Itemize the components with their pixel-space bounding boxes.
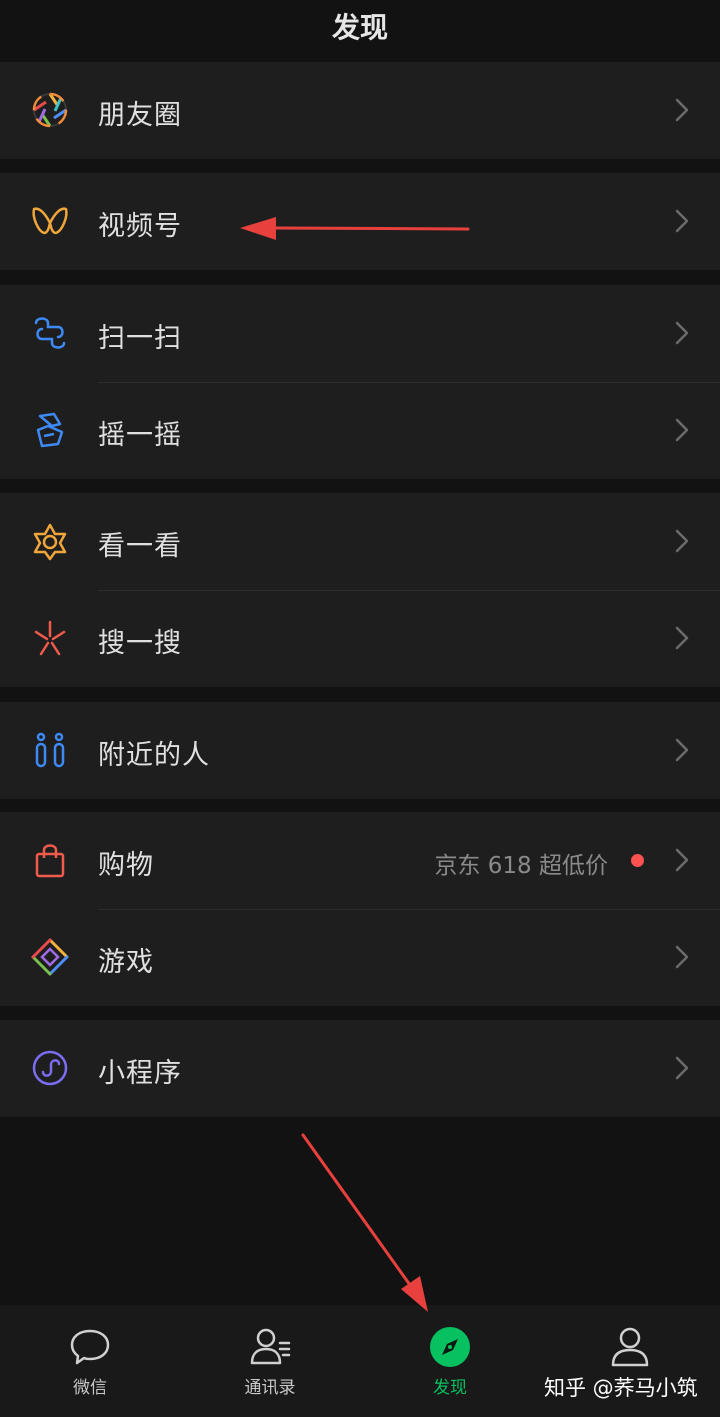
menu-item-label: 摇一摇 (98, 420, 182, 451)
page-title: 发现 (331, 11, 388, 44)
chevron-right-icon (674, 736, 690, 764)
menu-item-shopping[interactable]: 购物 京东 618 超低价 (0, 812, 720, 909)
menu-item-label: 视频号 (98, 211, 182, 242)
menu-group-nearby: 附近的人 (0, 702, 720, 799)
games-icon (30, 937, 70, 977)
tab-label: 微信 (73, 1378, 107, 1398)
row-divider (98, 909, 720, 910)
menu-item-label: 扫一扫 (98, 323, 182, 354)
menu-item-mini-programs[interactable]: 小程序 (0, 1020, 720, 1117)
chevron-right-icon (674, 943, 690, 971)
people-nearby-icon (30, 730, 70, 770)
menu-item-shake[interactable]: 摇一摇 (0, 382, 720, 479)
mini-program-icon (30, 1048, 70, 1088)
chevron-right-icon (674, 624, 690, 652)
chevron-right-icon (674, 1054, 690, 1082)
menu-item-label: 朋友圈 (98, 100, 182, 131)
top-stories-icon (30, 521, 70, 561)
tab-contacts[interactable]: 通讯录 (180, 1305, 360, 1417)
channels-butterfly-icon (30, 201, 70, 241)
menu-item-label: 小程序 (98, 1058, 182, 1089)
row-divider (98, 382, 720, 383)
menu-item-moments[interactable]: 朋友圈 (0, 62, 720, 159)
menu-item-games[interactable]: 游戏 (0, 909, 720, 1006)
header-bar: 发现 (0, 0, 720, 58)
menu-group-channels: 视频号 (0, 173, 720, 270)
tab-label: 通讯录 (244, 1378, 296, 1398)
scan-icon (30, 313, 70, 353)
chevron-right-icon (674, 319, 690, 347)
menu-group-moments: 朋友圈 (0, 62, 720, 159)
shopping-bag-icon (30, 840, 70, 880)
tab-label: 发现 (433, 1378, 467, 1398)
menu-item-label: 看一看 (98, 531, 182, 562)
red-dot-badge (631, 854, 644, 867)
tab-chats[interactable]: 微信 (0, 1305, 180, 1417)
shake-icon (30, 410, 70, 450)
annotation-arrow-discover-tab (301, 1133, 428, 1312)
menu-item-top-stories[interactable]: 看一看 (0, 493, 720, 590)
menu-item-label: 购物 (98, 850, 154, 881)
chevron-right-icon (674, 416, 690, 444)
menu-group-stories-search: 看一看 搜一搜 (0, 493, 720, 687)
menu-group-shopping-games: 购物 京东 618 超低价 游戏 (0, 812, 720, 1006)
watermark-text: 知乎 @荞马小筑 (544, 1376, 698, 1400)
menu-group-scan-shake: 扫一扫 摇一摇 (0, 285, 720, 479)
promo-text: 京东 618 超低价 (434, 853, 608, 879)
chat-bubble-icon (68, 1325, 112, 1369)
menu-group-mini-programs: 小程序 (0, 1020, 720, 1117)
menu-item-people-nearby[interactable]: 附近的人 (0, 702, 720, 799)
menu-item-label: 搜一搜 (98, 628, 182, 659)
chevron-right-icon (674, 207, 690, 235)
menu-item-label: 附近的人 (98, 740, 210, 771)
moments-aperture-icon (30, 90, 70, 130)
profile-icon (608, 1325, 652, 1369)
menu-item-label: 游戏 (98, 947, 154, 978)
menu-item-search[interactable]: 搜一搜 (0, 590, 720, 687)
chevron-right-icon (674, 846, 690, 874)
row-divider (98, 590, 720, 591)
contacts-icon (248, 1325, 292, 1369)
menu-item-channels[interactable]: 视频号 (0, 173, 720, 270)
tab-discover[interactable]: 发现 (360, 1305, 540, 1417)
search-star-icon (30, 618, 70, 658)
menu-item-scan[interactable]: 扫一扫 (0, 285, 720, 382)
discover-compass-icon (428, 1325, 472, 1369)
chevron-right-icon (674, 96, 690, 124)
chevron-right-icon (674, 527, 690, 555)
